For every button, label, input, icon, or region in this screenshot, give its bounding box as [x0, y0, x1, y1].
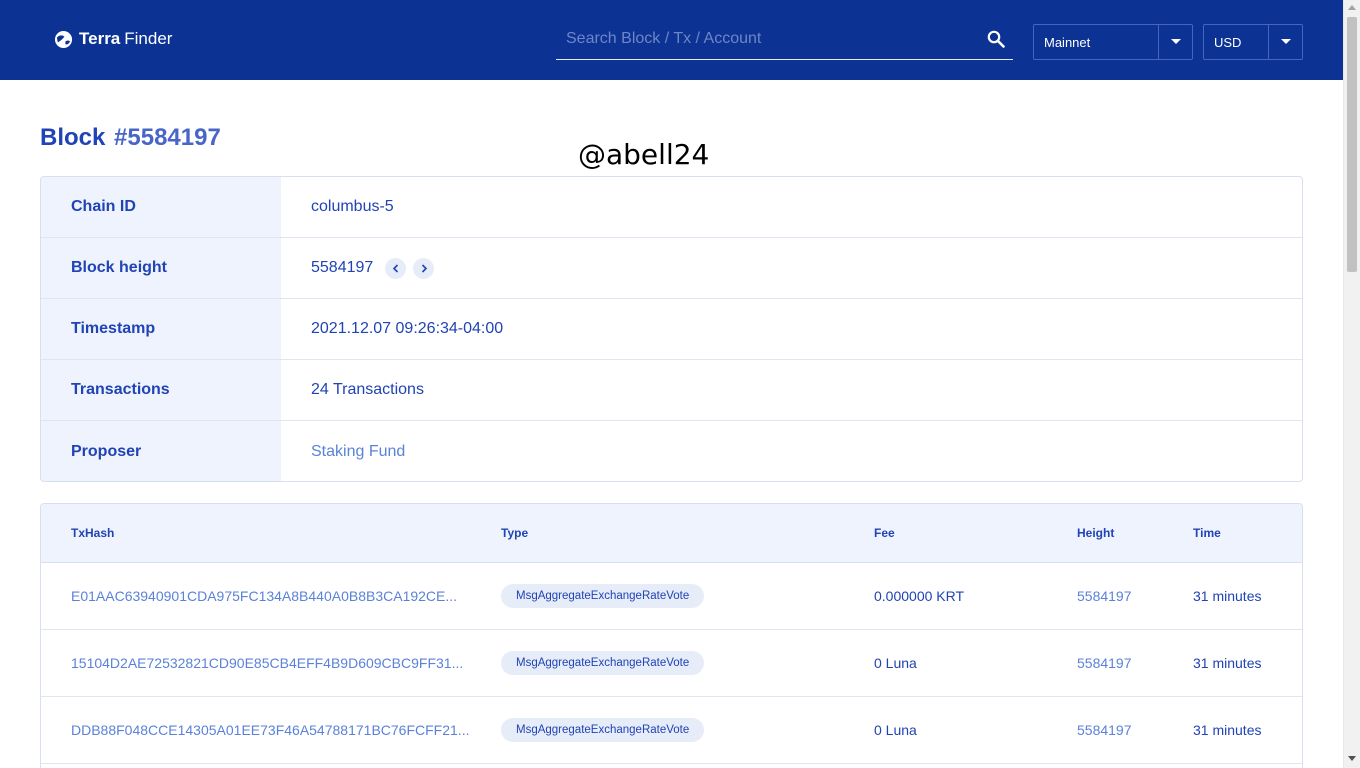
tx-type-cell: MsgAggregateExchangeRateVote [501, 697, 705, 763]
tx-hash-text: DDB88F048CCE14305A01EE73F46A54788171BC76… [71, 722, 470, 738]
detail-row-timestamp: Timestamp 2021.12.07 09:26:34-04:00 [41, 299, 1302, 360]
caret-down-icon [1280, 39, 1291, 44]
tx-hash-text: 15104D2AE72532821CD90E85CB4EFF4B9D609CBC… [71, 655, 464, 671]
detail-key: Transactions [41, 360, 281, 420]
logo-text-finder: Finder [124, 29, 173, 48]
page-title: Block #5584197 [40, 124, 221, 152]
watermark-text: @abell24 [578, 138, 710, 171]
tx-hash-text: E01AAC63940901CDA975FC134A8B440A0B8B3CA1… [71, 588, 458, 604]
table-header: TxHash Type Fee Height Time [41, 504, 1302, 563]
tx-fee: 0 Luna [874, 655, 917, 671]
column-header-type: Type [501, 526, 529, 540]
search-bar [556, 22, 1013, 60]
network-dropdown-toggle[interactable] [1158, 25, 1192, 59]
detail-key: Timestamp [41, 299, 281, 359]
next-block-button[interactable] [413, 257, 435, 279]
detail-value: 24 Transactions [311, 381, 424, 398]
column-header-height: Height [1077, 526, 1115, 540]
tx-height-link[interactable]: 5584197 [1077, 630, 1132, 696]
terra-finder-logo[interactable]: Terra Finder [54, 28, 172, 50]
detail-key: Chain ID [41, 177, 281, 237]
tx-hash-link[interactable]: E01AAC63940901CDA975FC134A8B440A0B8B3CA1… [71, 563, 483, 629]
tx-type-badge: MsgAggregateExchangeRateVote [501, 584, 705, 608]
search-input[interactable] [566, 28, 966, 50]
vertical-scrollbar[interactable] [1343, 0, 1360, 768]
tx-type-cell: MsgAggregateExchangeRateVote [501, 630, 705, 696]
page-title-block-number: #5584197 [114, 124, 221, 151]
detail-value: 2021.12.07 09:26:34-04:00 [311, 320, 504, 337]
detail-row-block-height: Block height 5584197 [41, 238, 1302, 299]
tx-type-badge: MsgAggregateExchangeRateVote [501, 651, 705, 675]
caret-down-icon [1170, 39, 1181, 44]
detail-value: columbus-5 [311, 198, 394, 215]
detail-row-proposer: Proposer Staking Fund [41, 421, 1302, 481]
detail-row-chain-id: Chain ID columbus-5 [41, 177, 1302, 238]
block-height-value: 5584197 [311, 259, 374, 276]
column-header-txhash: TxHash [71, 526, 115, 540]
previous-block-button[interactable] [385, 257, 407, 279]
tx-fee: 0.000000 KRT [874, 588, 965, 604]
terra-globe-icon [54, 30, 73, 48]
network-select-value: Mainnet [1044, 35, 1091, 50]
search-button[interactable] [985, 28, 1007, 50]
tx-height-link[interactable]: 5584197 [1077, 563, 1132, 629]
search-icon [987, 30, 1005, 48]
chevron-right-icon [421, 263, 427, 273]
proposer-link[interactable]: Staking Fund [311, 421, 405, 481]
detail-key: Proposer [41, 421, 281, 481]
scrollbar-thumb[interactable] [1347, 17, 1357, 272]
detail-key: Block height [41, 238, 281, 298]
column-header-time: Time [1193, 526, 1221, 540]
transactions-table: TxHash Type Fee Height Time E01AAC639409… [40, 503, 1303, 768]
tx-time: 31 minutes [1193, 722, 1262, 738]
currency-dropdown-toggle[interactable] [1268, 25, 1302, 59]
table-row: DDB88F048CCE14305A01EE73F46A54788171BC76… [41, 697, 1302, 764]
currency-select-value: USD [1214, 35, 1242, 50]
tx-height-link[interactable]: 5584197 [1077, 697, 1132, 763]
tx-hash-link[interactable]: DDB88F048CCE14305A01EE73F46A54788171BC76… [71, 697, 483, 763]
network-select[interactable]: Mainnet [1033, 24, 1193, 60]
page-title-label: Block [40, 124, 106, 151]
currency-select[interactable]: USD [1203, 24, 1303, 60]
detail-value-block-height: 5584197 [311, 238, 435, 298]
tx-hash-link[interactable]: 15104D2AE72532821CD90E85CB4EFF4B9D609CBC… [71, 630, 483, 696]
table-row: E01AAC63940901CDA975FC134A8B440A0B8B3CA1… [41, 563, 1302, 630]
tx-type-cell: MsgAggregateExchangeRateVote [501, 563, 705, 629]
chevron-left-icon [392, 263, 398, 273]
table-row: 15104D2AE72532821CD90E85CB4EFF4B9D609CBC… [41, 630, 1302, 697]
tx-type-badge: MsgAggregateExchangeRateVote [501, 718, 705, 742]
detail-row-transactions: Transactions 24 Transactions [41, 360, 1302, 421]
block-details-card: Chain ID columbus-5 Block height 5584197… [40, 176, 1303, 482]
scroll-down-arrow[interactable] [1348, 756, 1356, 761]
tx-time: 31 minutes [1193, 588, 1262, 604]
top-navigation-bar: Terra Finder Mainnet USD [0, 0, 1343, 80]
tx-time: 31 minutes [1193, 655, 1262, 671]
tx-fee: 0 Luna [874, 722, 917, 738]
column-header-fee: Fee [874, 526, 895, 540]
scroll-up-arrow[interactable] [1348, 5, 1356, 10]
logo-text-terra: Terra [79, 29, 121, 48]
